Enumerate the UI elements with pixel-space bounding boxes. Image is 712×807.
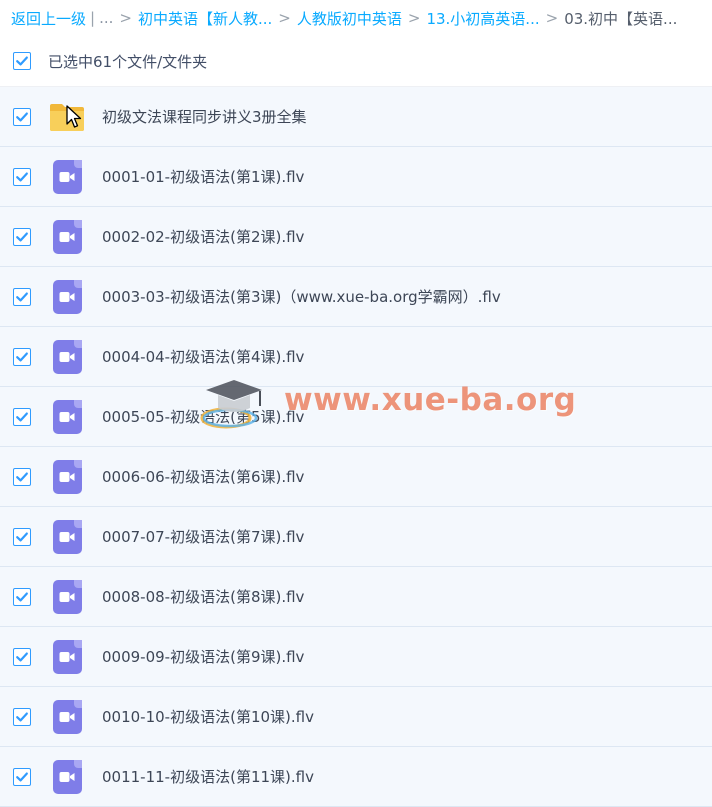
breadcrumb-separator: > <box>545 9 559 27</box>
file-name[interactable]: 0002-02-初级语法(第2课).flv <box>102 226 304 247</box>
file-row[interactable]: 0009-09-初级语法(第9课).flv <box>0 627 712 687</box>
video-file-icon <box>50 279 84 314</box>
checkmark-icon <box>16 172 28 181</box>
video-file-icon <box>50 339 84 374</box>
video-file-icon <box>50 219 84 254</box>
breadcrumb-separator: > <box>278 9 291 27</box>
breadcrumb-item-3[interactable]: 13.小初高英语... <box>426 8 539 29</box>
breadcrumb-item-2[interactable]: 人教版初中英语 <box>297 8 402 29</box>
file-name[interactable]: 0006-06-初级语法(第6课).flv <box>102 466 304 487</box>
checkmark-icon <box>16 56 28 66</box>
checkmark-icon <box>16 652 28 661</box>
checkmark-icon <box>16 712 28 721</box>
checkmark-icon <box>16 352 28 361</box>
file-checkbox[interactable] <box>13 407 31 426</box>
checkmark-icon <box>16 592 28 601</box>
file-name[interactable]: 0005-05-初级语法(第5课).flv <box>102 406 304 427</box>
file-name[interactable]: 0004-04-初级语法(第4课).flv <box>102 346 304 367</box>
checkmark-icon <box>16 532 28 541</box>
file-name[interactable]: 0009-09-初级语法(第9课).flv <box>102 646 304 667</box>
file-checkbox[interactable] <box>13 707 31 726</box>
breadcrumb-ellipsis[interactable]: ... <box>99 9 113 27</box>
file-checkbox[interactable] <box>13 647 31 666</box>
breadcrumb-separator: > <box>407 9 421 27</box>
file-row[interactable]: 0004-04-初级语法(第4课).flv <box>0 327 712 387</box>
file-list: 初级文法课程同步讲义3册全集 0001-01-初级语法(第1课).flv 0002-… <box>0 87 712 807</box>
file-row[interactable]: 0011-11-初级语法(第11课).flv <box>0 747 712 807</box>
video-file-icon <box>50 399 84 434</box>
video-file-icon <box>50 159 84 194</box>
breadcrumb-item-1[interactable]: 初中英语【新人教... <box>138 8 272 29</box>
file-name[interactable]: 初级文法课程同步讲义3册全集 <box>102 106 307 127</box>
video-file-icon <box>50 459 84 494</box>
file-checkbox[interactable] <box>13 347 31 366</box>
file-name[interactable]: 0008-08-初级语法(第8课).flv <box>102 586 304 607</box>
file-checkbox[interactable] <box>13 527 31 546</box>
video-file-icon <box>50 759 84 794</box>
file-row[interactable]: 0006-06-初级语法(第6课).flv <box>0 447 712 507</box>
video-file-icon <box>50 579 84 614</box>
file-name[interactable]: 0001-01-初级语法(第1课).flv <box>102 166 304 187</box>
select-all-checkbox[interactable] <box>13 52 31 70</box>
file-row[interactable]: 0001-01-初级语法(第1课).flv <box>0 147 712 207</box>
file-checkbox[interactable] <box>13 767 31 786</box>
file-name[interactable]: 0007-07-初级语法(第7课).flv <box>102 526 304 547</box>
file-name[interactable]: 0003-03-初级语法(第3课)（www.xue-ba.org学霸网）.flv <box>102 286 501 307</box>
breadcrumb-current: 03.初中【英语... <box>564 9 678 28</box>
breadcrumb-pipe: | <box>90 9 96 27</box>
file-checkbox[interactable] <box>13 587 31 606</box>
file-name[interactable]: 0011-11-初级语法(第11课).flv <box>102 766 314 787</box>
file-row[interactable]: 0007-07-初级语法(第7课).flv <box>0 507 712 567</box>
breadcrumb: 返回上一级 | ... > 初中英语【新人教... > 人教版初中英语 > 13… <box>0 0 712 36</box>
file-checkbox[interactable] <box>13 227 31 246</box>
video-file-icon <box>50 519 84 554</box>
breadcrumb-separator: > <box>119 9 132 27</box>
file-checkbox[interactable] <box>13 287 31 306</box>
file-name[interactable]: 0010-10-初级语法(第10课).flv <box>102 706 314 727</box>
checkmark-icon <box>16 412 28 421</box>
checkmark-icon <box>16 472 28 481</box>
checkmark-icon <box>16 292 28 301</box>
checkmark-icon <box>16 112 28 121</box>
file-row[interactable]: 0002-02-初级语法(第2课).flv <box>0 207 712 267</box>
checkmark-icon <box>16 232 28 241</box>
file-row[interactable]: 0005-05-初级语法(第5课).flv <box>0 387 712 447</box>
video-file-icon <box>50 639 84 674</box>
file-row[interactable]: 初级文法课程同步讲义3册全集 <box>0 87 712 147</box>
video-file-icon <box>50 699 84 734</box>
file-row[interactable]: 0003-03-初级语法(第3课)（www.xue-ba.org学霸网）.flv <box>0 267 712 327</box>
file-checkbox[interactable] <box>13 467 31 486</box>
checkmark-icon <box>16 772 28 781</box>
selection-count-label: 已选中61个文件/文件夹 <box>48 52 208 71</box>
breadcrumb-back-link[interactable]: 返回上一级 <box>11 8 86 29</box>
file-checkbox[interactable] <box>13 167 31 186</box>
selection-bar: 已选中61个文件/文件夹 <box>0 36 712 87</box>
folder-icon <box>50 100 84 134</box>
file-checkbox[interactable] <box>13 107 31 126</box>
file-row[interactable]: 0010-10-初级语法(第10课).flv <box>0 687 712 747</box>
file-row[interactable]: 0008-08-初级语法(第8课).flv <box>0 567 712 627</box>
